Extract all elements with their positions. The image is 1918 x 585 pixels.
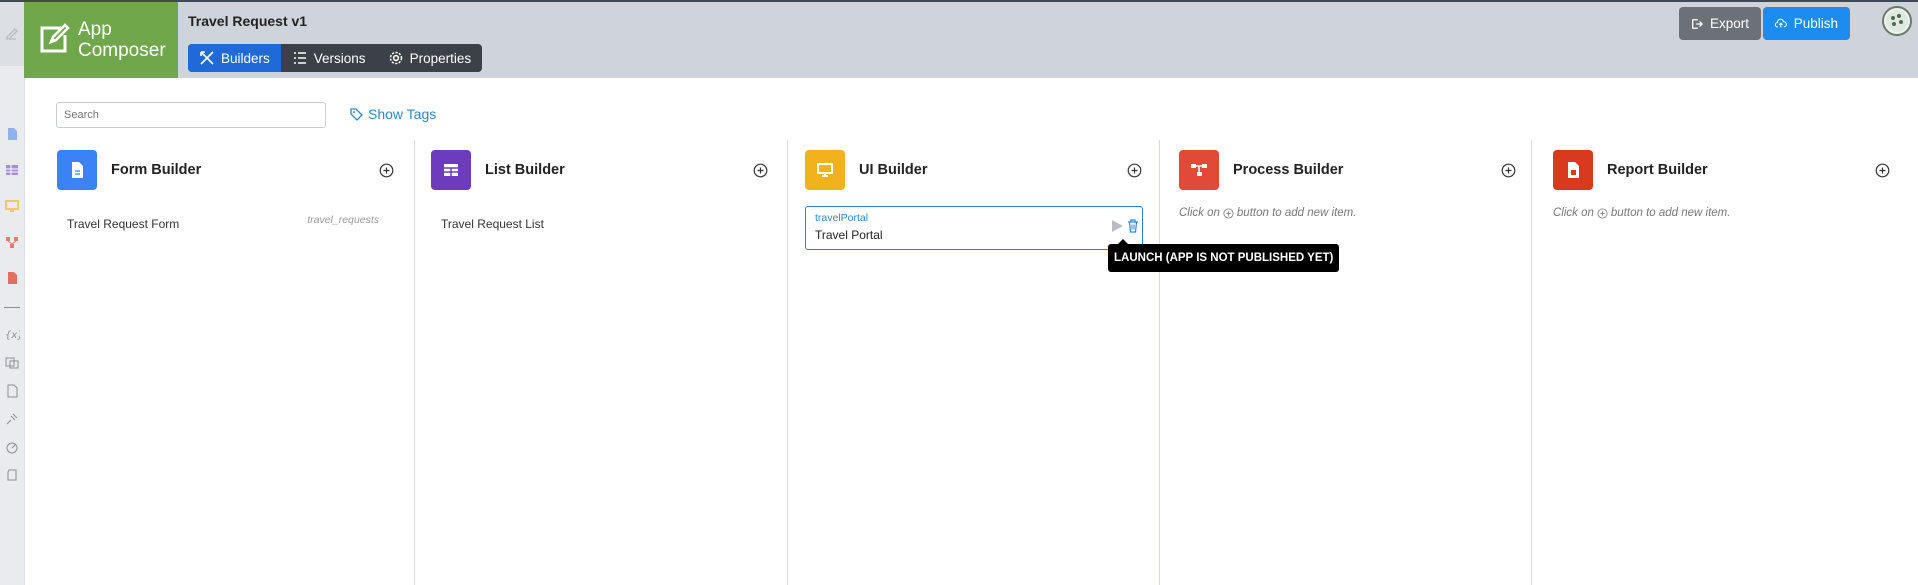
process-builder-column: Process Builder Click on button to add n…	[1179, 140, 1552, 585]
form-builder-title: Form Builder	[111, 162, 202, 178]
add-report-button[interactable]	[1875, 163, 1890, 178]
list-icon	[293, 52, 306, 64]
list-item[interactable]: Travel Request List	[431, 216, 753, 234]
list-item-label: Travel Request List	[441, 217, 544, 231]
plus-circle-icon	[1597, 207, 1608, 219]
monitor-icon	[805, 150, 845, 190]
compose-icon	[37, 22, 71, 56]
report-rail-icon[interactable]	[4, 270, 20, 286]
show-tags-link[interactable]: Show Tags	[350, 106, 436, 122]
app-composer-logo: App Composer	[24, 2, 178, 78]
tab-builders-label: Builders	[221, 50, 270, 66]
ui-builder-column: UI Builder travelPortal Travel Portal	[805, 140, 1178, 585]
plugin-rail-icon[interactable]	[4, 411, 20, 427]
left-rail-top	[0, 0, 24, 66]
brand-line1: App	[78, 19, 112, 40]
plus-circle-icon	[1223, 207, 1234, 219]
add-process-button[interactable]	[1501, 163, 1516, 178]
publish-label: Publish	[1793, 16, 1838, 31]
resources-rail-icon[interactable]	[4, 355, 20, 371]
variables-rail-icon[interactable]: {x}	[4, 326, 20, 342]
builders-icon	[200, 51, 214, 65]
ui-builder-title: UI Builder	[859, 162, 928, 178]
ui-item-id: travelPortal	[815, 212, 869, 224]
add-list-button[interactable]	[753, 163, 768, 178]
ui-item-card[interactable]: travelPortal Travel Portal	[805, 206, 1143, 250]
tag-icon	[350, 107, 363, 121]
file-rail-icon[interactable]	[4, 383, 20, 399]
search-input[interactable]	[56, 102, 326, 128]
empty-hint: Click on button to add new item.	[1553, 207, 1730, 219]
export-label: Export	[1709, 16, 1749, 31]
publish-button[interactable]: Publish	[1763, 7, 1850, 40]
process-icon	[1179, 150, 1219, 190]
ui-rail-icon[interactable]	[4, 198, 20, 214]
hint-before: Click on	[1179, 207, 1220, 219]
tab-properties-label: Properties	[409, 50, 472, 66]
report-builder-title: Report Builder	[1607, 162, 1708, 178]
hint-after: button to add new item.	[1610, 207, 1731, 219]
export-icon	[1692, 18, 1703, 29]
add-ui-button[interactable]	[1127, 163, 1142, 178]
builder-tabs: Builders Versions Properties	[188, 44, 483, 72]
empty-hint: Click on button to add new item.	[1179, 207, 1356, 219]
trash-icon[interactable]	[1127, 219, 1139, 233]
report-icon	[1553, 150, 1593, 190]
form-item-label: Travel Request Form	[67, 217, 180, 231]
process-builder-title: Process Builder	[1233, 162, 1344, 178]
user-avatar[interactable]	[1882, 6, 1912, 36]
svg-text:{x}: {x}	[5, 330, 20, 341]
list-item[interactable]: Travel Request Form travel_requests	[57, 214, 379, 234]
list-rail-icon[interactable]	[4, 162, 20, 178]
launch-play-icon[interactable]	[1111, 219, 1124, 233]
table-icon	[431, 150, 471, 190]
tab-versions-label: Versions	[313, 50, 366, 66]
cloud-upload-icon	[1775, 18, 1787, 28]
show-tags-label: Show Tags	[368, 106, 437, 122]
tab-versions[interactable]: Versions	[281, 44, 377, 72]
process-rail-icon[interactable]	[4, 234, 20, 250]
list-builder-column: List Builder Travel Request List	[431, 140, 804, 585]
hint-after: button to add new item.	[1236, 207, 1357, 219]
tab-properties[interactable]: Properties	[377, 44, 483, 72]
edit-icon[interactable]	[4, 26, 20, 42]
report-builder-column: Report Builder Click on button to add ne…	[1553, 140, 1918, 585]
logs-rail-icon[interactable]	[4, 467, 20, 483]
app-title: Travel Request v1	[188, 13, 308, 29]
left-rail	[0, 0, 25, 585]
form-builder-column: Form Builder Travel Request Form travel_…	[57, 140, 430, 585]
gear-icon	[389, 51, 402, 65]
form-item-table: travel_requests	[307, 214, 379, 226]
export-button[interactable]: Export	[1679, 7, 1761, 40]
performance-rail-icon[interactable]	[4, 439, 20, 455]
form-icon	[57, 150, 97, 190]
hint-before: Click on	[1553, 207, 1594, 219]
rail-divider	[4, 307, 20, 308]
brand-line2: Composer	[78, 40, 166, 61]
ui-item-label: Travel Portal	[815, 228, 883, 242]
tab-builders[interactable]: Builders	[188, 44, 281, 72]
form-rail-icon[interactable]	[4, 126, 20, 142]
launch-tooltip: LAUNCH (APP IS NOT PUBLISHED YET)	[1108, 239, 1340, 272]
add-form-button[interactable]	[379, 163, 394, 178]
list-builder-title: List Builder	[485, 162, 565, 178]
